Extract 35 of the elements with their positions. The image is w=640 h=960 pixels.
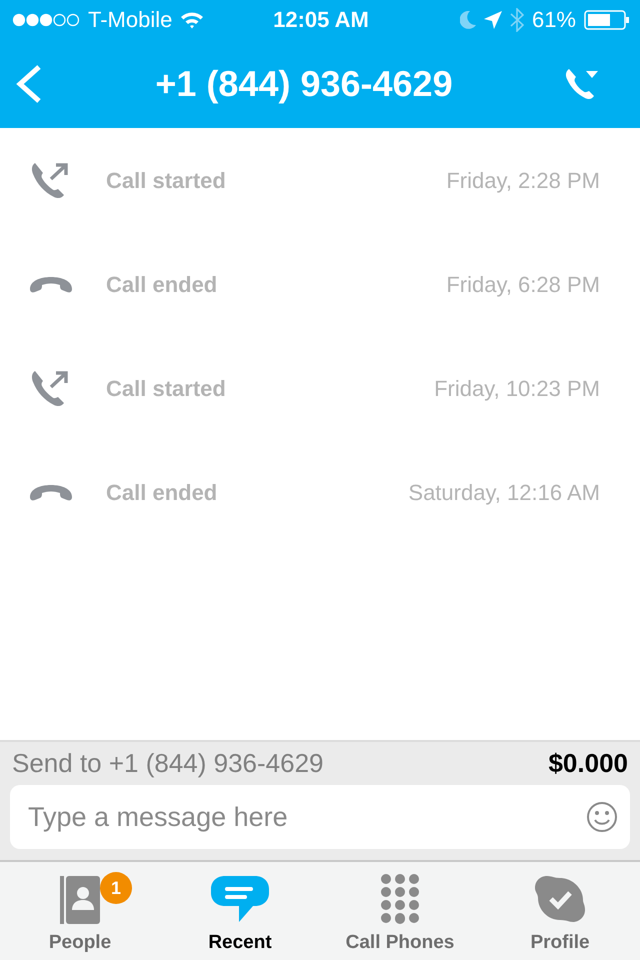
- dialpad-icon: [381, 874, 419, 924]
- contacts-book-icon: [60, 876, 100, 924]
- credit-balance: $0.000: [548, 748, 628, 779]
- bluetooth-icon: [510, 8, 524, 32]
- moon-icon: [460, 11, 476, 29]
- checkmark-badge-icon: [535, 874, 585, 924]
- carrier-name: T-Mobile: [88, 7, 172, 33]
- call-time: Friday, 2:28 PM: [446, 168, 600, 194]
- tab[interactable]: Call Phones: [320, 862, 480, 960]
- call-time: Friday, 10:23 PM: [434, 376, 600, 402]
- call-event-label: Call ended: [106, 272, 218, 298]
- message-field[interactable]: Type a message here: [10, 785, 630, 849]
- location-arrow-icon: [484, 11, 502, 29]
- chat-bubble-icon: [211, 874, 269, 924]
- tab[interactable]: 1 People: [0, 862, 160, 960]
- emoji-button[interactable]: [586, 801, 618, 833]
- wifi-icon: [180, 11, 204, 29]
- call-event-label: Call started: [106, 168, 227, 194]
- hang-up-icon: [28, 483, 74, 503]
- signal-strength-icon: [12, 13, 80, 27]
- notification-badge: 1: [100, 872, 132, 904]
- recipient-label: Send to +1 (844) 936-4629: [12, 748, 324, 779]
- status-time: 12:05 AM: [273, 7, 369, 33]
- call-time: Friday, 6:28 PM: [446, 272, 600, 298]
- tab[interactable]: Profile: [480, 862, 640, 960]
- hang-up-icon: [28, 275, 74, 295]
- tab[interactable]: Recent: [160, 862, 320, 960]
- battery-percent: 61%: [532, 7, 576, 33]
- contact-number-title: +1 (844) 936-4629: [155, 63, 453, 105]
- battery-icon: [584, 10, 630, 30]
- message-input[interactable]: Type a message here: [26, 800, 586, 834]
- call-event-label: Call ended: [106, 480, 218, 506]
- call-time: Saturday, 12:16 AM: [408, 480, 600, 506]
- call-event-label: Call started: [106, 376, 227, 402]
- call-menu-button[interactable]: [564, 68, 600, 100]
